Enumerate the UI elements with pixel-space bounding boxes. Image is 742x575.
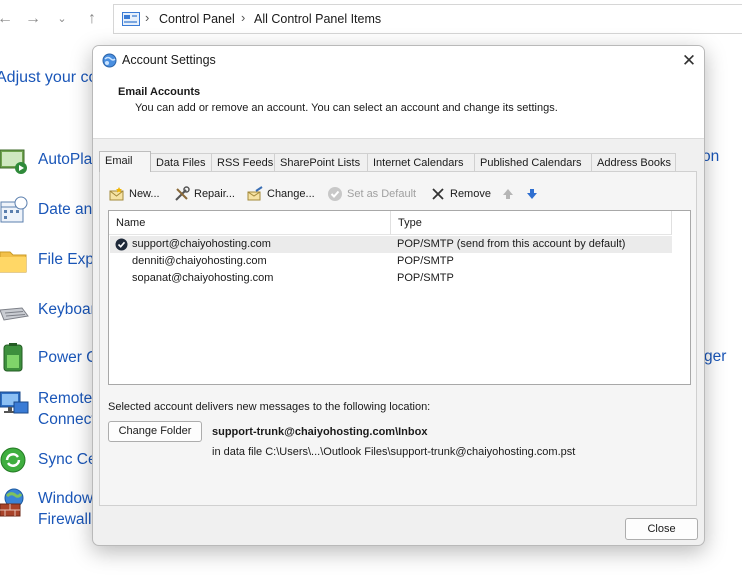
tab-published-calendars[interactable]: Published Calendars: [474, 153, 592, 171]
move-up-button[interactable]: [500, 184, 516, 204]
forward-arrow-icon[interactable]: →: [22, 8, 44, 30]
repair-button[interactable]: Repair...: [174, 184, 242, 204]
remove-label: Remove: [450, 188, 491, 200]
dialog-title: Account Settings: [122, 53, 216, 67]
account-type: POP/SMTP: [397, 255, 454, 267]
account-name: sopanat@chaiyohosting.com: [132, 272, 274, 284]
back-arrow-icon[interactable]: ←: [0, 8, 16, 30]
cp-item-label: Window Firewall: [38, 490, 94, 528]
control-panel-icon: [122, 12, 140, 26]
cp-item-label: Keyboar: [38, 301, 96, 318]
repair-label: Repair...: [194, 188, 235, 200]
change-button[interactable]: Change...: [247, 184, 321, 204]
header-title: Email Accounts: [118, 86, 201, 98]
tab-address-books[interactable]: Address Books: [591, 153, 676, 171]
change-folder-button[interactable]: Change Folder: [108, 421, 202, 442]
close-button[interactable]: Close: [625, 518, 698, 540]
firewall-icon: [0, 488, 24, 517]
tab-sharepoint-lists[interactable]: SharePoint Lists: [274, 153, 368, 171]
repair-tools-icon: [175, 186, 190, 201]
change-label: Change...: [267, 188, 315, 200]
tab-data-files[interactable]: Data Files: [150, 153, 212, 171]
breadcrumb-separator-icon: ›: [241, 10, 246, 25]
account-settings-icon: [102, 53, 117, 68]
account-type: POP/SMTP: [397, 272, 454, 284]
account-row[interactable]: support@chaiyohosting.com POP/SMTP (send…: [110, 236, 672, 253]
data-file-path: in data file C:\Users\...\Outlook Files\…: [212, 446, 576, 458]
new-mail-icon: [109, 187, 124, 201]
account-name: support@chaiyohosting.com: [132, 238, 271, 250]
move-down-button[interactable]: [524, 184, 540, 204]
close-icon[interactable]: ✕: [679, 51, 699, 71]
breadcrumb-separator-icon: ›: [145, 10, 150, 25]
cp-item-label: Sync Ce: [38, 451, 97, 468]
new-account-button[interactable]: New...: [109, 184, 167, 204]
new-account-label: New...: [129, 188, 160, 200]
cp-item-label: Remote Connect: [38, 390, 96, 428]
account-row[interactable]: denniti@chaiyohosting.com POP/SMTP: [110, 253, 672, 270]
cp-item-label: Power O: [38, 349, 99, 366]
account-settings-dialog: Account Settings ✕ Email Accounts You ca…: [92, 45, 705, 546]
sync-icon: [0, 447, 26, 473]
delivery-description: Selected account delivers new messages t…: [108, 401, 431, 413]
cp-item-fragment[interactable]: ger: [704, 348, 726, 366]
up-arrow-icon[interactable]: ↑: [81, 8, 103, 30]
autoplay-icon: [0, 149, 27, 174]
folder-icon: [0, 251, 27, 273]
account-type: POP/SMTP (send from this account by defa…: [397, 238, 626, 250]
tab-rss-feeds[interactable]: RSS Feeds: [211, 153, 275, 171]
dialog-title-bar[interactable]: Account Settings ✕: [93, 46, 704, 76]
remote-connection-icon: [0, 391, 29, 414]
account-row[interactable]: sopanat@chaiyohosting.com POP/SMTP: [110, 270, 672, 287]
cp-item-label: File Expl: [38, 251, 98, 268]
keyboard-icon: [0, 307, 29, 321]
accounts-list[interactable]: Name Type support@chaiyohosting.com POP/…: [108, 210, 691, 385]
calendar-clock-icon: [0, 196, 28, 223]
column-header-name[interactable]: Name: [109, 211, 391, 235]
control-panel-heading: Adjust your co: [0, 69, 98, 86]
delivery-location: support-trunk@chaiyohosting.com\Inbox: [212, 426, 428, 438]
recent-locations-chevron-icon[interactable]: ⌄: [51, 8, 73, 30]
default-account-check-icon: [115, 238, 128, 251]
address-bar[interactable]: › Control Panel › All Control Panel Item…: [113, 4, 742, 34]
column-header-type[interactable]: Type: [391, 211, 672, 235]
arrow-down-icon: [527, 189, 537, 199]
cp-item-label: Date an: [38, 201, 93, 218]
header-description: You can add or remove an account. You ca…: [135, 102, 558, 114]
tab-email[interactable]: Email: [99, 151, 151, 172]
remove-button[interactable]: Remove: [430, 184, 492, 204]
breadcrumb-all-items[interactable]: All Control Panel Items: [254, 12, 381, 26]
cp-item-label: AutoPla: [38, 151, 93, 168]
explorer-nav-bar: ← → ⌄ ↑ › Control Panel › All Control Pa…: [0, 0, 742, 40]
change-account-icon: [247, 186, 263, 201]
default-check-icon: [328, 187, 342, 201]
arrow-up-icon: [503, 189, 513, 199]
dialog-header: Email Accounts You can add or remove an …: [93, 76, 704, 139]
breadcrumb-control-panel[interactable]: Control Panel: [159, 12, 235, 26]
set-as-default-button[interactable]: Set as Default: [327, 184, 421, 204]
set-as-default-label: Set as Default: [347, 188, 417, 200]
battery-icon: [3, 343, 23, 372]
remove-x-icon: [432, 188, 444, 200]
account-name: denniti@chaiyohosting.com: [132, 255, 267, 267]
tab-internet-calendars[interactable]: Internet Calendars: [367, 153, 475, 171]
